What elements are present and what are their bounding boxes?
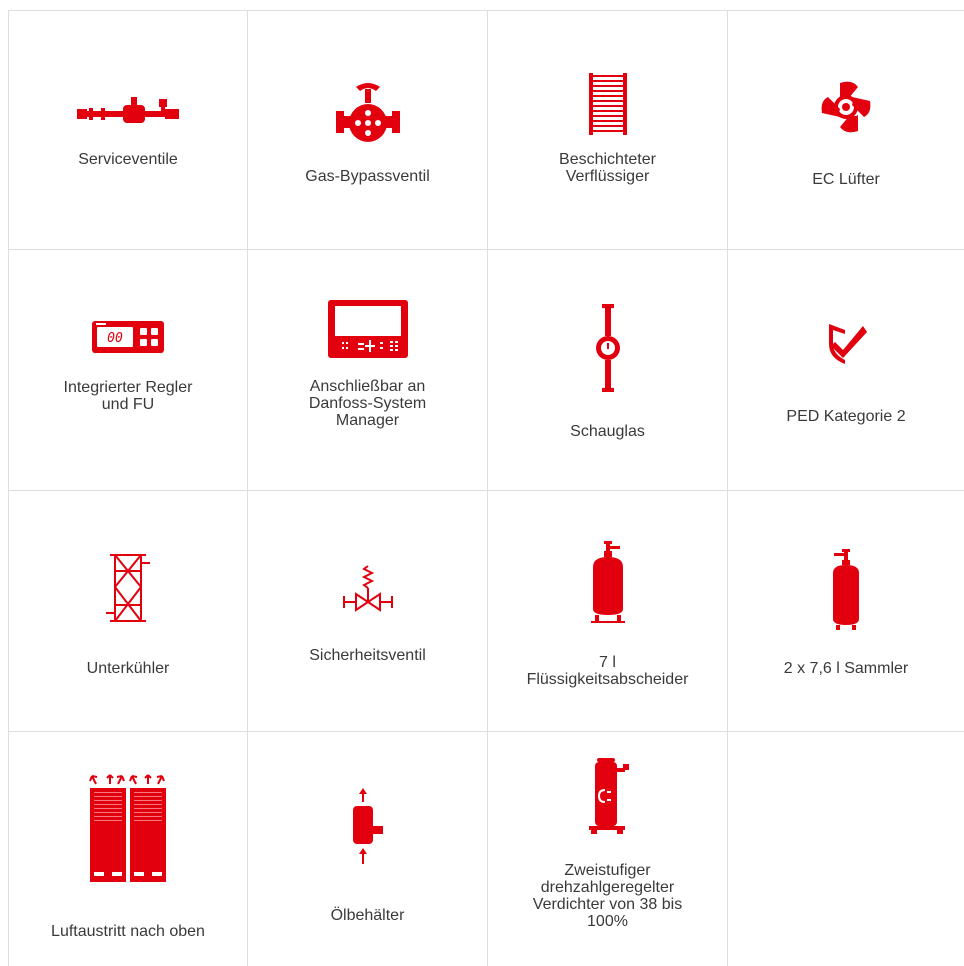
display-readout: 00 <box>107 331 123 346</box>
feature-label: EC Lüfter <box>812 171 880 188</box>
liquid-separator-icon <box>590 541 625 623</box>
feature-label: Integrierter Regler und FU <box>63 379 193 413</box>
feature-grid: Serviceventile Gas-Bypassventil Beschich… <box>8 10 964 966</box>
gas-bypass-valve-icon <box>335 83 400 142</box>
subcooler-icon <box>106 554 150 622</box>
coated-condenser-icon <box>588 73 627 135</box>
feature-system-manager: Anschließbar an Danfoss-System Manager <box>247 249 487 490</box>
oil-reservoir-icon <box>352 788 383 864</box>
system-manager-icon <box>327 300 408 358</box>
feature-ped-category: PED Kategorie 2 <box>727 249 964 490</box>
feature-label: Sicherheitsventil <box>309 647 426 664</box>
feature-label: Gas-Bypassventil <box>305 168 430 185</box>
feature-gas-bypass-valve: Gas-Bypassventil <box>247 10 487 249</box>
feature-service-valves: Serviceventile <box>8 10 247 249</box>
feature-liquid-separator: 7 l Flüssigkeitsabscheider <box>487 490 727 731</box>
feature-label: Luftaustritt nach oben <box>51 923 205 940</box>
feature-label: Beschichteter Verflüssiger <box>559 151 656 185</box>
empty-cell <box>727 731 964 966</box>
receiver-icon <box>833 549 859 630</box>
feature-label: Ölbehälter <box>330 907 405 924</box>
feature-receiver: 2 x 7,6 l Sammler <box>727 490 964 731</box>
feature-safety-valve: Sicherheitsventil <box>247 490 487 731</box>
feature-oil-reservoir: Ölbehälter <box>247 731 487 966</box>
sight-glass-icon <box>595 304 620 392</box>
feature-label: Serviceventile <box>78 151 178 168</box>
feature-label: Zweistufiger drehzahlgeregelter Verdicht… <box>532 862 683 930</box>
ped-shield-check-icon <box>829 324 867 364</box>
service-valve-icon <box>77 97 179 123</box>
air-outlet-up-icon <box>89 774 166 882</box>
feature-label: Unterkühler <box>86 660 170 677</box>
compressor-icon <box>588 758 629 834</box>
feature-label: 7 l Flüssigkeitsabscheider <box>526 654 689 688</box>
feature-ec-fan: EC Lüfter <box>727 10 964 249</box>
safety-valve-icon <box>342 565 393 612</box>
feature-integrated-controller: 00 Integrierter Regler und FU <box>8 249 247 490</box>
feature-label: Schauglas <box>570 423 645 440</box>
feature-coated-condenser: Beschichteter Verflüssiger <box>487 10 727 249</box>
feature-label: PED Kategorie 2 <box>786 408 906 425</box>
feature-sight-glass: Schauglas <box>487 249 727 490</box>
controller-display-icon: 00 <box>92 321 164 353</box>
feature-compressor: Zweistufiger drehzahlgeregelter Verdicht… <box>487 731 727 966</box>
feature-label: 2 x 7,6 l Sammler <box>783 660 909 677</box>
feature-air-outlet-up: Luftaustritt nach oben <box>8 731 247 966</box>
ec-fan-icon <box>821 81 871 133</box>
feature-subcooler: Unterkühler <box>8 490 247 731</box>
feature-label: Anschließbar an Danfoss-System Manager <box>308 378 427 429</box>
